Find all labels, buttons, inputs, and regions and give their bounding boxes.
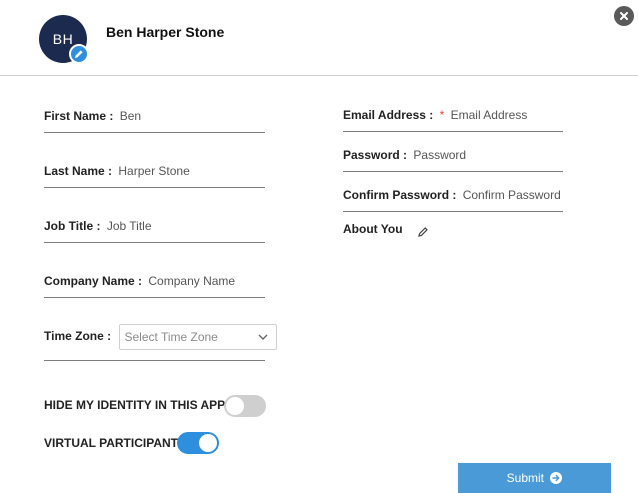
last-name-field: Last Name : xyxy=(44,156,265,188)
company-name-label: Company Name xyxy=(44,274,135,288)
required-mark: * xyxy=(439,108,445,122)
pencil-icon[interactable] xyxy=(417,226,429,238)
confirm-password-field: Confirm Password : xyxy=(343,180,573,212)
toggle-knob xyxy=(199,434,217,452)
time-zone-field: Time Zone : Select Time Zone xyxy=(44,322,278,361)
email-label: Email Address xyxy=(343,108,426,122)
profile-header: BH Ben Harper Stone xyxy=(0,0,638,76)
last-name-input[interactable] xyxy=(118,164,259,178)
about-you-section: About You xyxy=(343,222,428,237)
separator: : xyxy=(452,188,457,202)
separator: : xyxy=(108,164,113,178)
separator: : xyxy=(109,109,114,123)
time-zone-placeholder: Select Time Zone xyxy=(124,330,218,344)
virtual-participant-row: VIRTUAL PARTICIPANT xyxy=(44,436,178,450)
close-icon xyxy=(620,12,628,20)
company-name-field: Company Name : xyxy=(44,266,289,298)
email-input[interactable] xyxy=(450,108,561,122)
toggle-knob xyxy=(226,397,244,415)
separator: : xyxy=(429,108,434,122)
password-label: Password xyxy=(343,148,400,162)
hide-identity-label: HIDE MY IDENTITY IN THIS APP xyxy=(44,398,226,412)
separator: : xyxy=(138,274,143,288)
job-title-input[interactable] xyxy=(106,219,247,233)
job-title-label: Job Title xyxy=(44,219,94,233)
separator: : xyxy=(403,148,408,162)
virtual-participant-toggle[interactable] xyxy=(177,432,219,454)
first-name-label: First Name xyxy=(44,109,107,123)
user-name: Ben Harper Stone xyxy=(106,24,225,40)
avatar-edit-button[interactable] xyxy=(69,44,89,64)
separator: : xyxy=(96,219,101,233)
last-name-label: Last Name xyxy=(44,164,105,178)
about-you-label: About You xyxy=(343,222,403,236)
password-field: Password : xyxy=(343,140,563,172)
close-button[interactable] xyxy=(614,6,634,26)
chevron-down-icon xyxy=(258,334,268,340)
hide-identity-row: HIDE MY IDENTITY IN THIS APP xyxy=(44,398,225,412)
first-name-field: First Name : xyxy=(44,101,265,133)
time-zone-label: Time Zone xyxy=(44,329,104,344)
submit-label: Submit xyxy=(506,471,544,485)
separator: : xyxy=(107,329,112,344)
confirm-password-label: Confirm Password xyxy=(343,188,450,202)
email-field: Email Address : * xyxy=(343,100,563,132)
password-input[interactable] xyxy=(413,148,554,162)
submit-button[interactable]: Submit xyxy=(458,463,611,493)
first-name-input[interactable] xyxy=(119,109,260,123)
arrow-right-circle-icon xyxy=(550,471,563,484)
pencil-icon xyxy=(75,50,83,58)
virtual-participant-label: VIRTUAL PARTICIPANT xyxy=(44,436,178,450)
job-title-field: Job Title : xyxy=(44,211,265,243)
hide-identity-toggle[interactable] xyxy=(224,395,266,417)
company-name-input[interactable] xyxy=(148,274,289,288)
confirm-password-input[interactable] xyxy=(462,188,573,202)
time-zone-select[interactable]: Select Time Zone xyxy=(119,324,278,350)
